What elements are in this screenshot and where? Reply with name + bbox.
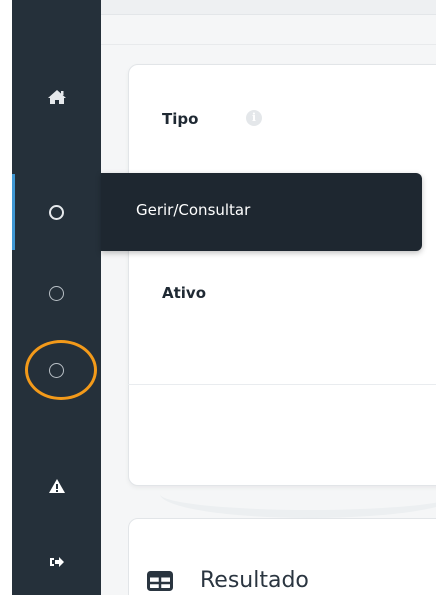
circle-icon: [49, 362, 64, 378]
home-icon: [47, 89, 67, 109]
card-divider: [128, 384, 436, 385]
sidebar-item-warning[interactable]: [12, 473, 101, 503]
window-edge: [0, 0, 12, 595]
sidebar-item-logout[interactable]: [12, 547, 101, 577]
top-bar: [101, 0, 436, 15]
header-divider: [101, 44, 436, 45]
sidebar-item-home[interactable]: [12, 84, 101, 114]
result-title: Resultado: [200, 568, 309, 593]
warning-icon: [48, 478, 66, 498]
sidebar-item-4[interactable]: [12, 355, 101, 385]
tipo-label: Tipo: [162, 110, 199, 128]
circle-icon: [49, 285, 64, 301]
ativo-label: Ativo: [162, 284, 207, 302]
tooltip-label[interactable]: Gerir/Consultar: [136, 201, 250, 219]
info-icon[interactable]: i: [246, 110, 262, 126]
circle-icon: [49, 204, 64, 220]
table-icon: [147, 571, 173, 595]
app-window: Tipo i Ativo Resultado Gerir/Consultar: [0, 0, 436, 595]
sign-out-icon: [49, 553, 65, 572]
sidebar-item-gerir-consultar[interactable]: [12, 197, 101, 227]
sidebar-item-3[interactable]: [12, 278, 101, 308]
